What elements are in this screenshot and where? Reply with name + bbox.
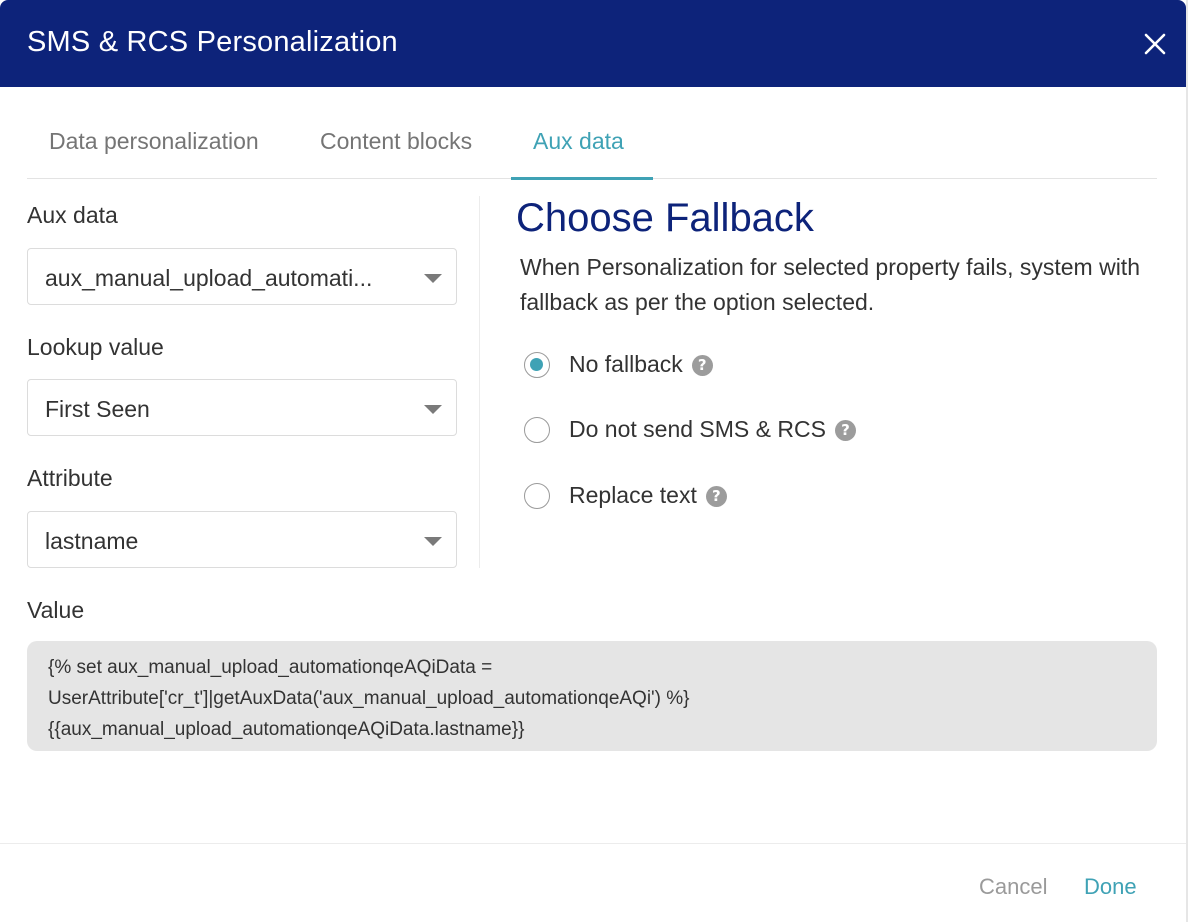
radio-label: Do not send SMS & RCS? bbox=[569, 416, 856, 443]
personalization-modal: SMS & RCS Personalization Data personali… bbox=[0, 0, 1188, 922]
value-code-line: UserAttribute['cr_t']|getAuxData('aux_ma… bbox=[48, 688, 690, 709]
cancel-button[interactable]: Cancel bbox=[979, 874, 1047, 900]
modal-title: SMS & RCS Personalization bbox=[27, 26, 398, 58]
value-label: Value bbox=[27, 597, 85, 623]
radio-button-checked[interactable] bbox=[524, 352, 550, 378]
active-tab-indicator bbox=[511, 177, 653, 180]
value-code-box: {% set aux_manual_upload_automationqeAQi… bbox=[27, 641, 1157, 751]
fallback-description: When Personalization for selected proper… bbox=[520, 254, 1140, 315]
fallback-title: Choose Fallback bbox=[516, 196, 814, 240]
aux-data-select[interactable]: aux_manual_upload_automati... bbox=[27, 248, 457, 305]
caret-down-icon bbox=[424, 274, 442, 283]
value-code-line: {% set aux_manual_upload_automationqeAQi… bbox=[48, 657, 493, 678]
tab-data-personalization[interactable]: Data personalization bbox=[49, 128, 259, 155]
radio-label: Replace text? bbox=[569, 482, 727, 509]
close-icon bbox=[1144, 33, 1166, 55]
radio-label-text: No fallback bbox=[569, 351, 683, 377]
lookup-value-select-value: First Seen bbox=[45, 396, 150, 422]
radio-button[interactable] bbox=[524, 483, 550, 509]
value-code-line: {{aux_manual_upload_automationqeAQiData.… bbox=[48, 719, 525, 740]
caret-down-icon bbox=[424, 537, 442, 546]
aux-data-label: Aux data bbox=[27, 202, 118, 228]
radio-label-text: Do not send SMS & RCS bbox=[569, 416, 826, 442]
lookup-value-label: Lookup value bbox=[27, 334, 164, 360]
close-button[interactable] bbox=[1138, 27, 1172, 61]
attribute-label: Attribute bbox=[27, 465, 113, 491]
done-button[interactable]: Done bbox=[1084, 874, 1137, 900]
help-icon[interactable]: ? bbox=[834, 420, 856, 441]
aux-data-select-value: aux_manual_upload_automati... bbox=[45, 265, 373, 291]
caret-down-icon bbox=[424, 405, 442, 414]
attribute-select-value: lastname bbox=[45, 528, 139, 554]
footer-divider bbox=[0, 843, 1186, 844]
radio-label-text: Replace text bbox=[569, 482, 697, 508]
help-icon[interactable]: ? bbox=[705, 486, 727, 507]
modal-header: SMS & RCS Personalization bbox=[0, 0, 1186, 87]
tab-aux-data[interactable]: Aux data bbox=[533, 128, 624, 155]
tab-content-blocks[interactable]: Content blocks bbox=[320, 128, 472, 155]
lookup-value-select[interactable]: First Seen bbox=[27, 379, 457, 436]
attribute-select[interactable]: lastname bbox=[27, 511, 457, 568]
radio-label: No fallback? bbox=[569, 351, 713, 378]
radio-button[interactable] bbox=[524, 417, 550, 443]
column-divider bbox=[479, 196, 480, 568]
help-icon[interactable]: ? bbox=[691, 355, 713, 376]
tab-bar: Data personalization Content blocks Aux … bbox=[27, 118, 1157, 180]
